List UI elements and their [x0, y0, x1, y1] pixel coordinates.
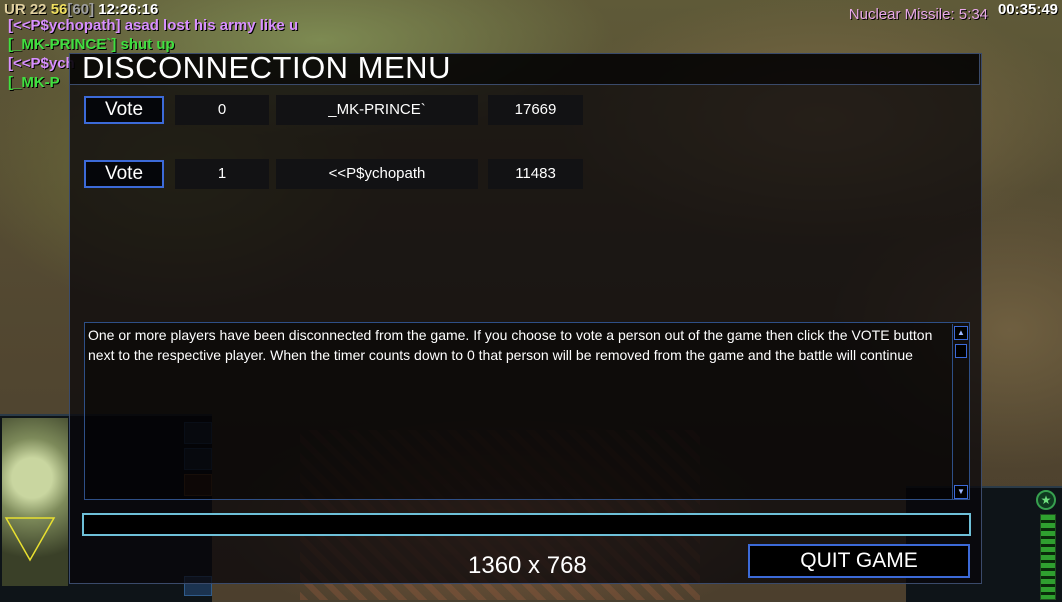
ur-value: 22 — [29, 1, 47, 18]
scroll-up-icon[interactable]: ▲ — [954, 326, 968, 340]
scroll-thumb[interactable] — [955, 344, 967, 358]
chat-line: [<<P$ychopath] asad lost his army like u — [8, 17, 299, 34]
disconnection-dialog — [69, 53, 982, 584]
vote-count: 0 — [175, 95, 269, 125]
vote-button[interactable]: Vote — [84, 96, 164, 124]
system-clock: 12:26:16 — [98, 1, 159, 18]
camera-view-indicator — [4, 517, 56, 562]
power-meter — [1040, 514, 1056, 600]
dialog-title: DISCONNECTION MENU — [82, 50, 451, 85]
fps-value: 56 — [50, 1, 68, 18]
game-time: 00:35:49 — [997, 1, 1058, 18]
player-name: _MK-PRINCE` — [276, 95, 478, 125]
quit-game-button[interactable]: QUIT GAME — [748, 544, 970, 578]
performance-readout: UR 22 56[60] 12:26:16 — [4, 1, 158, 18]
player-name: <<P$ychopath — [276, 159, 478, 189]
player-timer: 11483 — [488, 159, 583, 189]
scroll-down-icon[interactable]: ▼ — [954, 485, 968, 499]
chat-line: [_MK-P — [8, 74, 60, 91]
disconnection-message: One or more players have been disconnect… — [88, 327, 933, 363]
chat-line: [<<P$ych — [8, 55, 75, 72]
resolution-label: 1360 x 768 — [468, 552, 587, 579]
vote-count: 1 — [175, 159, 269, 189]
vote-button[interactable]: Vote — [84, 160, 164, 188]
ur-label: UR — [4, 1, 26, 18]
rank-star-icon: ★ — [1036, 490, 1056, 510]
player-timer: 17669 — [488, 95, 583, 125]
superweapon-timer: Nuclear Missile: 5:34 — [848, 6, 988, 23]
fps-cap: [60] — [67, 1, 95, 18]
chat-input[interactable] — [82, 513, 971, 536]
